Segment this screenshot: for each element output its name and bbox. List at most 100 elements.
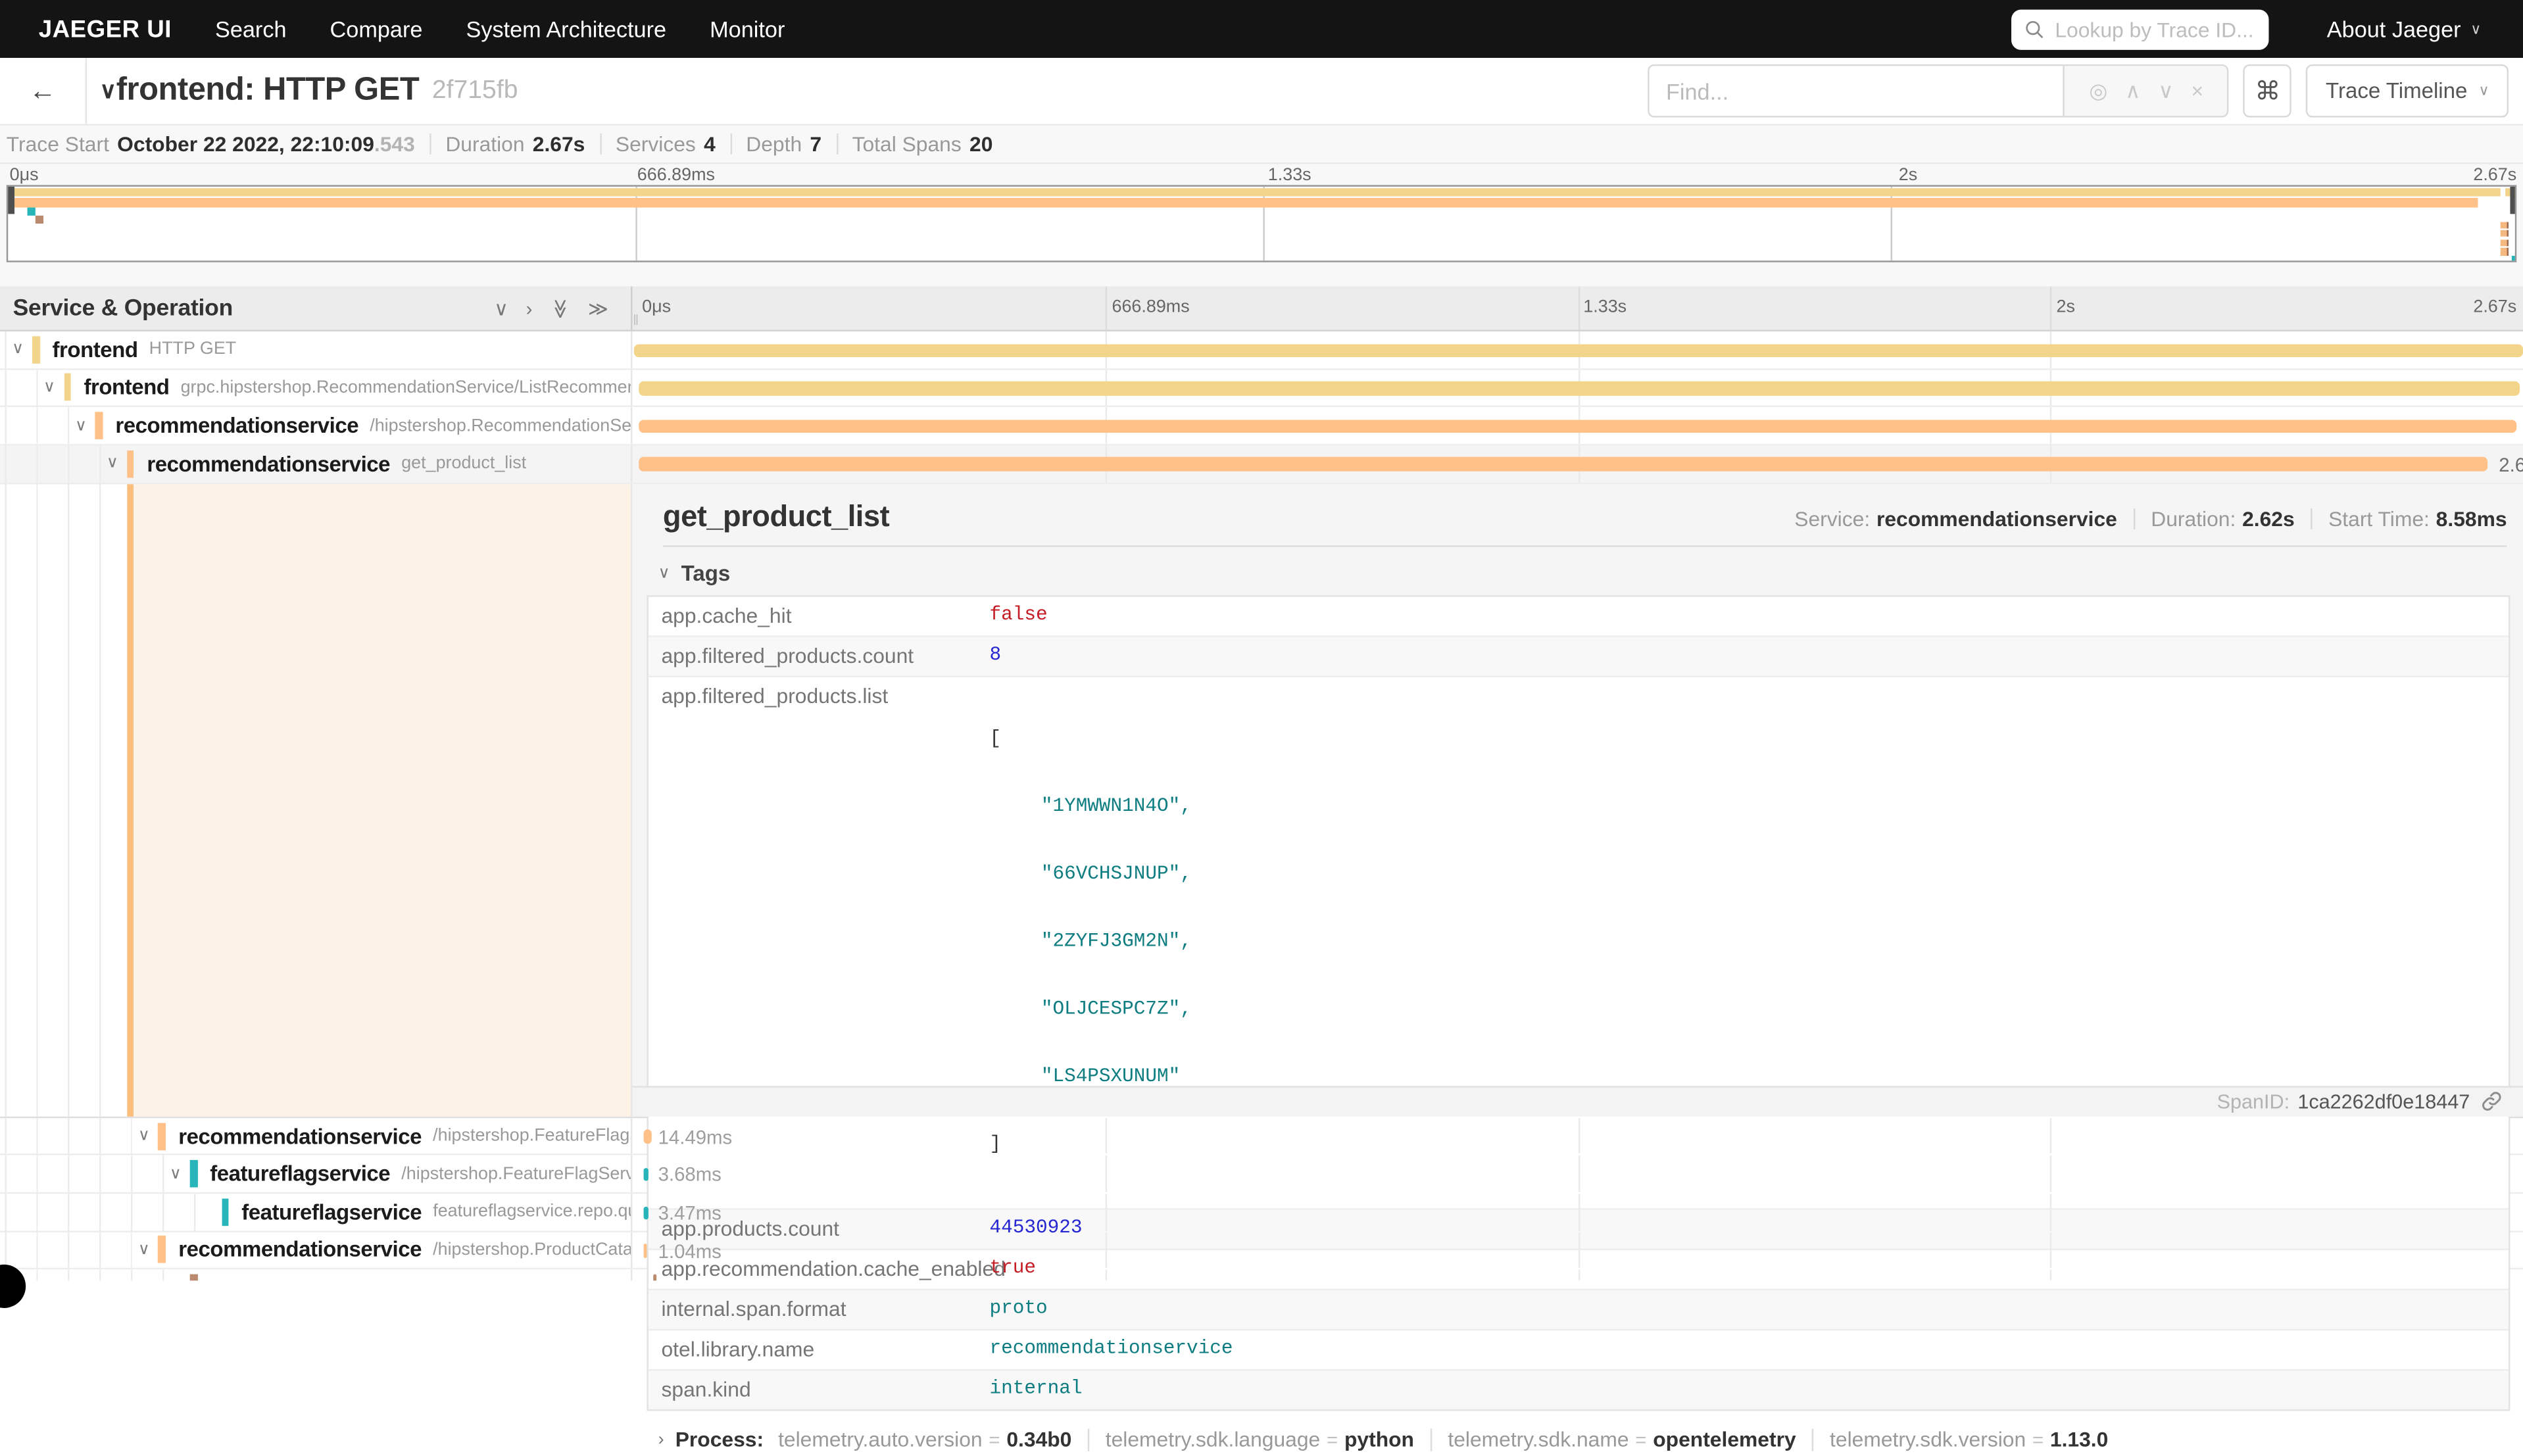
minimap-ticks: 0μs 666.89ms 1.33s 2s 2.67s — [0, 164, 2523, 185]
service-color-bar — [190, 1274, 197, 1281]
keyboard-shortcuts-button[interactable]: ⌘ — [2243, 64, 2291, 118]
trace-minimap: 0μs 666.89ms 1.33s 2s 2.67s — [0, 164, 2523, 287]
focus-match-icon[interactable]: ◎ — [2089, 80, 2107, 101]
tag-row: app.filtered_products.count 8 — [649, 637, 2509, 677]
ruler-tick: 666.89ms — [1112, 298, 1189, 317]
span-bar[interactable] — [634, 343, 2523, 357]
process-accordion-header[interactable]: › Process: telemetry.auto.version=0.34b0… — [658, 1424, 2511, 1456]
service-color-bar — [222, 1198, 229, 1226]
collapse-all-icon[interactable]: ≫ — [549, 298, 572, 318]
minimap-left-handle[interactable] — [8, 187, 14, 214]
minimap-right-handle[interactable] — [2509, 187, 2515, 214]
chevron-down-icon[interactable]: ∨ — [12, 341, 24, 358]
trace-lookup-input[interactable]: Lookup by Trace ID... — [2011, 9, 2268, 49]
tag-row: otel.library.name recommendationservice — [649, 1330, 2509, 1371]
chevron-down-icon[interactable]: ∨ — [75, 417, 87, 435]
span-row-featureflag-getflag[interactable]: ∨ featureflagservice /hipstershop.Featur… — [0, 1155, 2523, 1194]
service-color-bar — [32, 336, 39, 364]
jaeger-trace-page: JAEGER UI Search Compare System Architec… — [0, 0, 2523, 1281]
span-bar[interactable] — [644, 1130, 652, 1144]
view-mode-select[interactable]: Trace Timeline ∨ — [2307, 64, 2509, 118]
operation-name: /hipstershop.RecommendationService/Lis..… — [370, 416, 631, 435]
tag-key: app.cache_hit — [649, 596, 977, 635]
service-color-bar — [159, 1236, 166, 1264]
span-bar[interactable] — [644, 1168, 649, 1182]
next-match-icon[interactable]: ∨ — [2158, 80, 2173, 101]
chevron-down-icon[interactable]: ∨ — [107, 455, 118, 473]
detail-start-label: Start Time: — [2328, 506, 2430, 531]
app-logo[interactable]: JAEGER UI — [39, 15, 172, 43]
trace-title: frontend: HTTP GET — [116, 72, 420, 109]
service-name: frontend — [84, 376, 169, 400]
trace-start-fraction: .543 — [374, 132, 415, 157]
span-bar[interactable] — [644, 1244, 647, 1258]
chevron-down-icon[interactable]: ∨ — [138, 1241, 150, 1259]
services-value: 4 — [704, 132, 716, 157]
nav-item-system-architecture[interactable]: System Architecture — [466, 16, 667, 41]
nav-item-monitor[interactable]: Monitor — [710, 16, 785, 41]
clear-find-icon[interactable]: × — [2191, 80, 2203, 101]
service-name: recommendationservice — [115, 414, 358, 438]
collapse-one-icon[interactable]: ∨ — [494, 297, 508, 319]
span-bar[interactable] — [652, 1274, 656, 1281]
about-jaeger-label: About Jaeger — [2327, 16, 2461, 41]
span-detail-panel: get_product_list Service: recommendation… — [632, 483, 2523, 1116]
tag-key: otel.library.name — [649, 1330, 977, 1369]
span-row-frontend-grpc[interactable]: ∨ frontend grpc.hipstershop.Recommendati… — [0, 370, 2523, 408]
tag-row: internal.span.format proto — [649, 1290, 2509, 1330]
chevron-down-icon[interactable]: ∨ — [138, 1127, 150, 1145]
span-id-value: 1ca2262df0e18447 — [2297, 1090, 2470, 1113]
about-jaeger-menu[interactable]: About Jaeger ∨ — [2327, 16, 2482, 41]
minimap-tick: 2s — [1899, 166, 1917, 185]
service-name: featureflagservice — [241, 1200, 422, 1225]
tag-value: proto — [977, 1290, 2509, 1329]
chevron-down-icon: ∨ — [658, 564, 670, 582]
span-row-partial[interactable] — [0, 1270, 2523, 1281]
process-value: python — [1344, 1428, 1414, 1452]
span-id-strip: SpanID: 1ca2262df0e18447 — [632, 1086, 2523, 1116]
tag-key: app.filtered_products.count — [649, 637, 977, 675]
service-color-bar — [64, 374, 71, 402]
span-bar[interactable] — [638, 420, 2516, 433]
trace-start-label: Trace Start — [7, 132, 109, 157]
link-icon[interactable] — [2481, 1091, 2502, 1112]
span-bar[interactable] — [638, 381, 2519, 395]
service-name: featureflagservice — [210, 1162, 390, 1186]
span-row-productcatalog[interactable]: ∨ recommendationservice /hipstershop.Pro… — [0, 1232, 2523, 1270]
detail-start-value: 8.58ms — [2436, 506, 2507, 531]
span-row-recommendation-list[interactable]: ∨ recommendationservice /hipstershop.Rec… — [0, 408, 2523, 446]
span-row-featureflag-query[interactable]: featureflagservice featureflagservice.re… — [0, 1194, 2523, 1232]
chevron-right-icon: › — [658, 1430, 664, 1449]
span-bar[interactable] — [644, 1206, 649, 1220]
tags-accordion-header[interactable]: ∨ Tags — [658, 561, 2511, 585]
chevron-down-icon[interactable]: ∨ — [170, 1165, 182, 1183]
span-detail-title: get_product_list — [663, 498, 889, 533]
find-placeholder: Find... — [1666, 78, 1728, 104]
service-color-bar — [127, 483, 134, 1116]
collapse-trace-chevron-icon[interactable]: ∨ — [100, 77, 116, 105]
span-duration-label: 14.49ms — [658, 1126, 733, 1148]
back-arrow-icon: ← — [29, 75, 57, 107]
tag-key: internal.span.format — [649, 1290, 977, 1329]
span-duration-label: 3.68ms — [658, 1164, 722, 1186]
minimap-canvas[interactable] — [7, 185, 2516, 262]
tag-key: span.kind — [649, 1371, 977, 1409]
span-row-frontend-http-get[interactable]: ∨ frontend HTTP GET — [0, 331, 2523, 370]
prev-match-icon[interactable]: ∧ — [2125, 80, 2140, 101]
span-row-get-product-list[interactable]: ∨ recommendationservice get_product_list… — [0, 445, 2523, 483]
span-row-featureflag-parent[interactable]: ∨ recommendationservice /hipstershop.Fea… — [0, 1118, 2523, 1156]
expand-one-icon[interactable]: › — [526, 297, 533, 319]
chevron-down-icon[interactable]: ∨ — [43, 379, 55, 397]
search-icon — [2024, 18, 2045, 39]
find-input[interactable]: Find... — [1650, 66, 2064, 116]
process-key: telemetry.auto.version — [778, 1428, 983, 1452]
operation-name: get_product_list — [401, 454, 526, 473]
expand-all-icon[interactable]: ≫ — [588, 297, 608, 319]
service-name: recommendationservice — [178, 1124, 422, 1148]
nav-item-search[interactable]: Search — [215, 16, 287, 41]
operation-name: /hipstershop.FeatureFlagService... — [433, 1127, 631, 1146]
detail-duration-value: 2.62s — [2242, 506, 2295, 531]
span-bar[interactable] — [638, 458, 2487, 472]
nav-item-compare[interactable]: Compare — [330, 16, 423, 41]
back-button[interactable]: ← — [0, 58, 87, 124]
